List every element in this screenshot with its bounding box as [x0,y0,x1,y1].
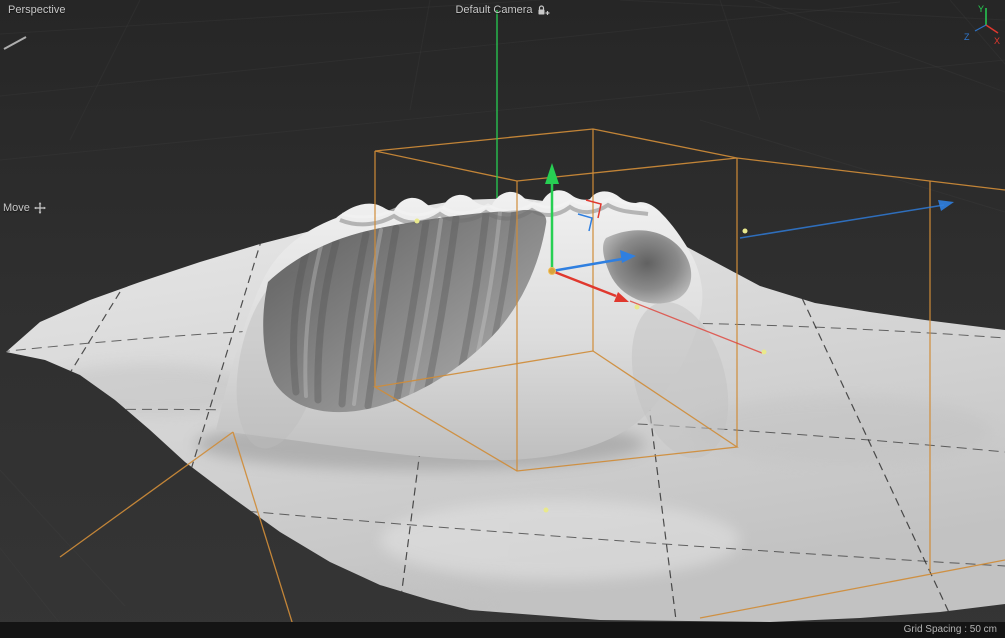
viewport-canvas[interactable]: Y X Z [0,0,1005,638]
handle-point[interactable] [761,349,767,355]
handle-point[interactable] [414,218,420,224]
camera-lock-icon[interactable] [537,4,550,16]
axis-hud-x-label: X [994,36,1000,46]
view-label-text: Perspective [8,4,66,16]
move-tool-icon [33,202,46,214]
view-menu-label[interactable]: Perspective [8,4,65,16]
camera-add-plus-icon [545,11,550,15]
camera-label-text: Default Camera [455,4,533,16]
viewport-3d[interactable]: Y X Z Perspective Default Camera Move Gr… [0,0,1005,638]
camera-menu[interactable]: Default Camera [455,4,550,16]
gizmo-origin-handle[interactable] [548,267,556,275]
handle-point[interactable] [543,507,549,513]
axis-hud-z-label: Z [964,32,970,42]
handle-point[interactable] [742,228,748,234]
axis-hud-y-label: Y [978,4,984,14]
move-label-text: Move [3,202,30,214]
tool-hud-move[interactable]: Move [3,202,46,214]
status-bar: Grid Spacing : 50 cm [0,622,1005,638]
grid-spacing-label: Grid Spacing : 50 cm [903,624,997,635]
handle-point[interactable] [634,304,640,310]
